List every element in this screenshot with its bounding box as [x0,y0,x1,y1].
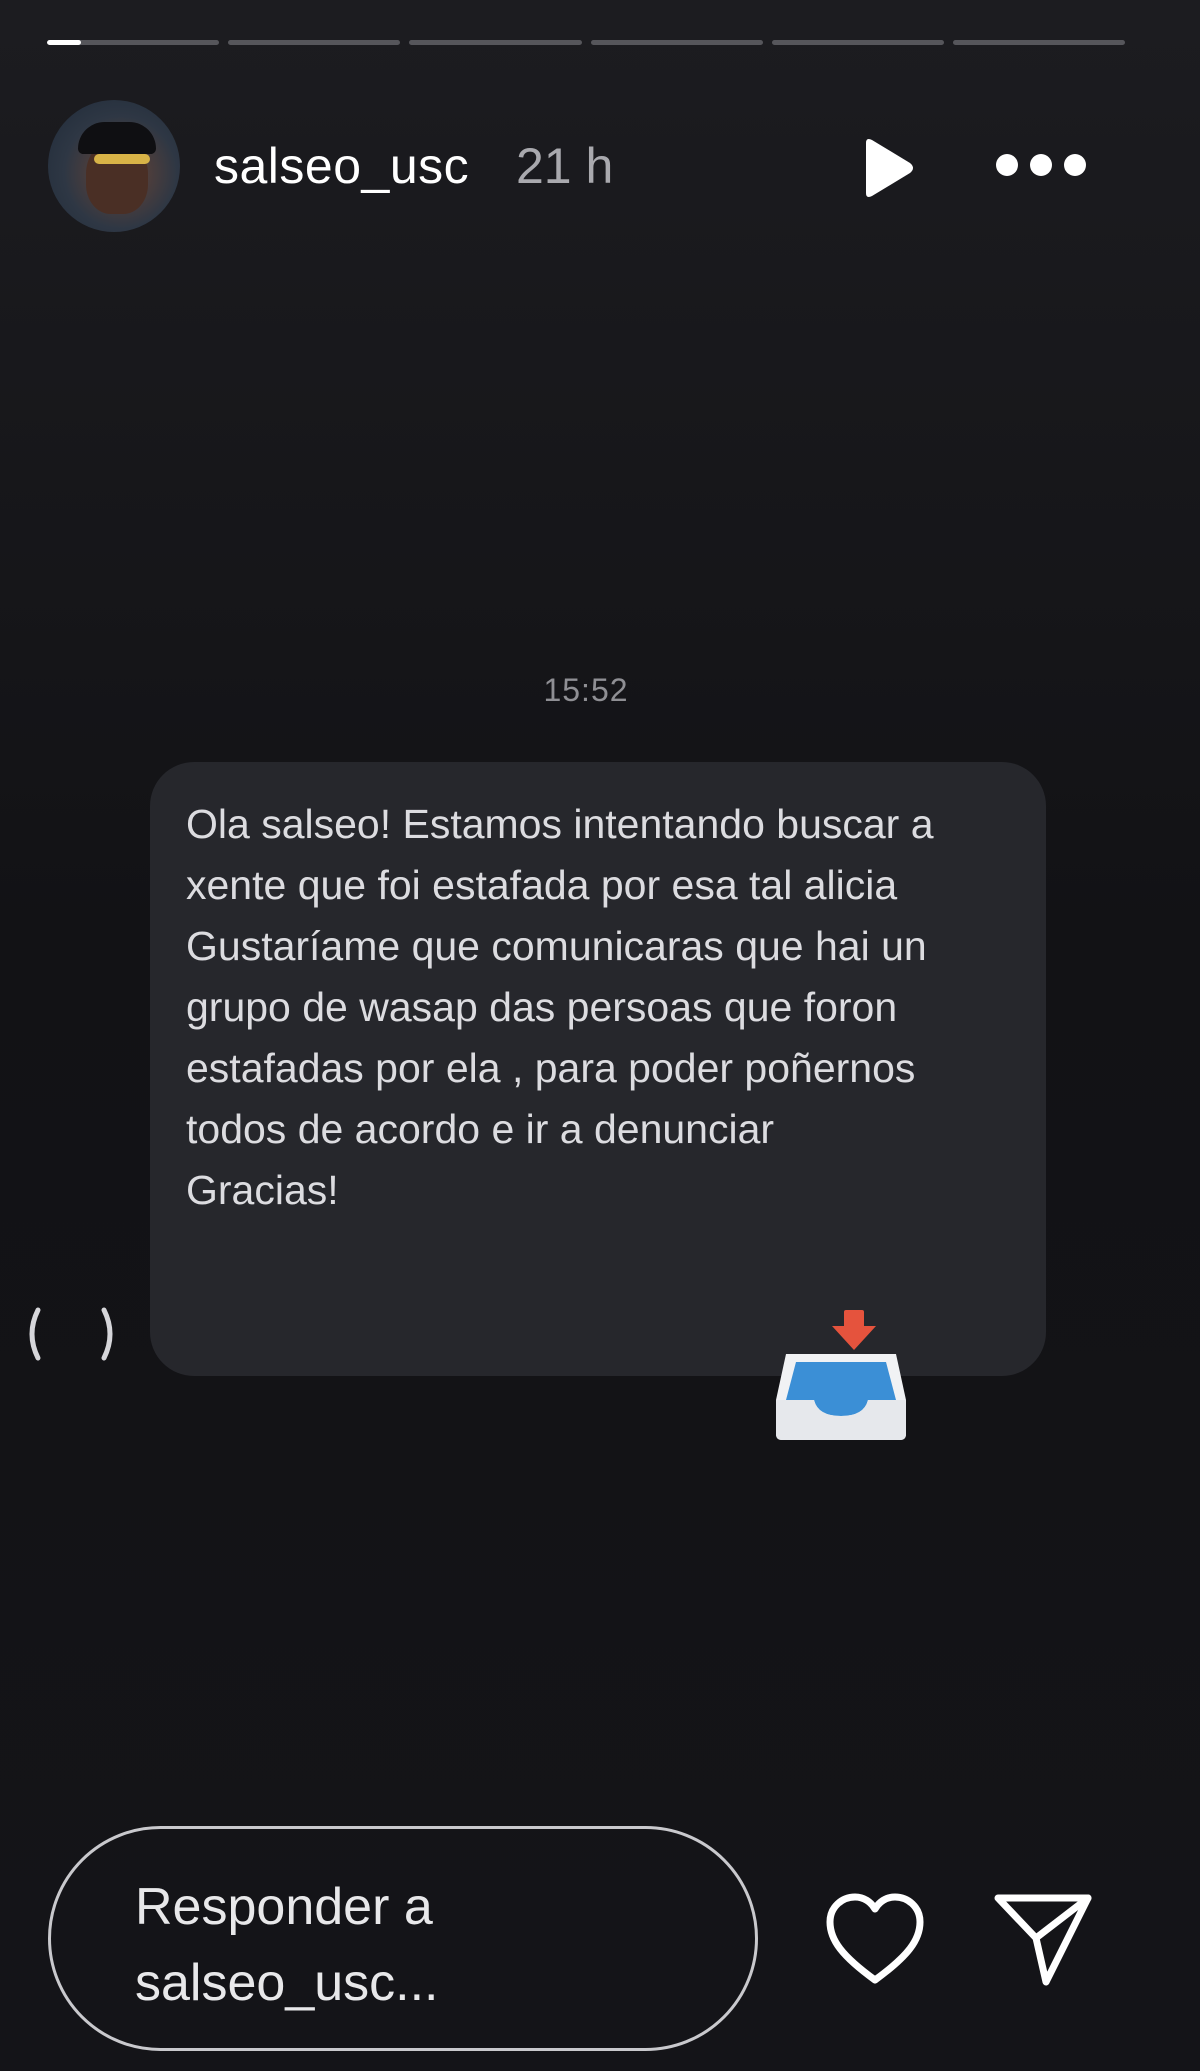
left-bracket-marks [22,1306,118,1362]
play-icon [866,139,913,197]
post-time: 21 h [516,138,614,194]
story-viewer: salseo_usc 21 h 15:52 Ola salseo! Estamo… [0,0,1200,2071]
progress-segment [228,40,401,45]
heart-icon [826,1893,924,1984]
play-button[interactable] [850,133,920,203]
message-bubble: Ola salseo! Estamos intentando buscar a … [150,762,1046,1376]
username[interactable]: salseo_usc [214,137,469,195]
send-icon [994,1894,1092,1986]
reply-input[interactable]: Responder a salseo_usc... [48,1826,758,2051]
message-text: Ola salseo! Estamos intentando buscar a … [186,801,934,1213]
progress-segment [771,40,944,45]
reply-placeholder: Responder a salseo_usc... [135,1878,439,2012]
progress-segment [409,40,582,45]
more-horizontal-icon [996,154,1086,176]
progress-segment [952,40,1126,45]
inbox-tray-icon [772,1308,910,1444]
story-header: salseo_usc 21 h [0,95,1200,240]
progress-segment [590,40,763,45]
more-options-button[interactable] [990,140,1090,190]
progress-segment-fill [47,40,82,45]
progress-segment [47,40,220,45]
story-progress-bar [47,40,1126,46]
like-button[interactable] [822,1890,928,1990]
message-timestamp: 15:52 [543,672,629,708]
avatar[interactable] [48,100,180,232]
send-button[interactable] [990,1886,1096,1992]
